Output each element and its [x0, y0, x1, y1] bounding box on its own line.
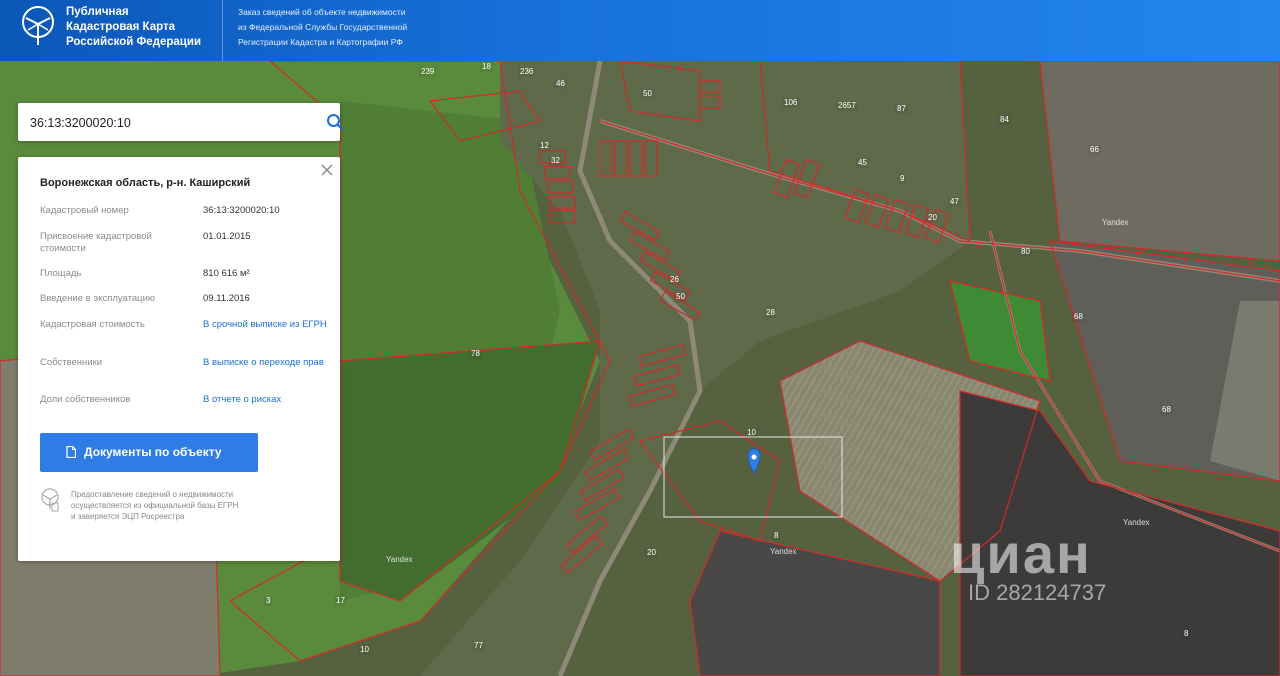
- plot-label[interactable]: 3: [264, 596, 273, 606]
- plot-label[interactable]: 236: [518, 67, 536, 77]
- search-box: [18, 103, 344, 141]
- yandex-attribution: Yandex: [770, 547, 797, 556]
- info-key: Доли собственников: [40, 394, 131, 405]
- documents-button[interactable]: Документы по объекту: [40, 433, 258, 472]
- close-icon[interactable]: [320, 163, 334, 177]
- cian-watermark: циан ID 282124737: [950, 522, 1107, 605]
- risk-report-link[interactable]: В отчете о рисках: [203, 394, 328, 406]
- plot-label[interactable]: 68: [1072, 312, 1085, 322]
- yandex-attribution: Yandex: [1123, 518, 1150, 527]
- info-value: 36:13:3200020:10: [203, 205, 280, 216]
- plot-label[interactable]: 50: [641, 89, 654, 99]
- plot-label[interactable]: 47: [948, 197, 961, 207]
- document-icon: [66, 446, 76, 458]
- brand-title: Публичная Кадастровая Карта Российской Ф…: [66, 6, 202, 48]
- yandex-attribution: Yandex: [386, 555, 413, 564]
- yandex-attribution: Yandex: [1102, 218, 1129, 227]
- plot-label[interactable]: 8: [1182, 629, 1191, 639]
- urgent-extract-link[interactable]: В срочной выписке из ЕГРН: [203, 319, 328, 331]
- plot-label[interactable]: 18: [480, 62, 493, 72]
- plot-label[interactable]: 87: [895, 104, 908, 114]
- info-value: 09.11.2016: [203, 293, 250, 304]
- plot-label[interactable]: 80: [1019, 247, 1032, 257]
- plot-label[interactable]: 239: [419, 67, 437, 77]
- egrn-note: Предоставление сведений о недвижимости о…: [71, 490, 239, 521]
- plot-label[interactable]: 10: [745, 428, 758, 438]
- info-key: Кадастровый номер: [40, 205, 129, 216]
- plot-label[interactable]: 50: [674, 292, 687, 302]
- info-key: Собственники: [40, 357, 103, 368]
- plot-label[interactable]: 77: [472, 641, 485, 651]
- plot-label[interactable]: 2657: [836, 101, 858, 111]
- region-title: Воронежская область, р-н. Каширский: [40, 177, 251, 189]
- info-value: 01.01.2015: [203, 231, 251, 242]
- info-key: Площадь: [40, 268, 82, 279]
- plot-label[interactable]: 10: [358, 645, 371, 655]
- rights-transfer-link[interactable]: В выписке о переходе прав: [203, 357, 328, 369]
- plot-label[interactable]: 26: [668, 275, 681, 285]
- plot-label[interactable]: 78: [469, 349, 482, 359]
- plot-label[interactable]: 20: [645, 548, 658, 558]
- plot-label[interactable]: 68: [1160, 405, 1173, 415]
- info-key: Присвоение кадастровой стоимости: [40, 231, 152, 254]
- plot-label[interactable]: 28: [764, 308, 777, 318]
- search-icon[interactable]: [326, 113, 344, 131]
- documents-button-label: Документы по объекту: [84, 445, 222, 459]
- plot-label[interactable]: 106: [782, 98, 800, 108]
- plot-label[interactable]: 12: [538, 141, 551, 151]
- info-key: Введение в эксплуатацию: [40, 293, 156, 304]
- info-value: 810 616 м²: [203, 268, 250, 279]
- search-input[interactable]: [28, 112, 302, 134]
- logo-icon: [22, 6, 54, 45]
- header-divider: [222, 0, 223, 61]
- header: Публичная Кадастровая Карта Российской Ф…: [0, 0, 1280, 61]
- plot-label[interactable]: 32: [549, 156, 562, 166]
- plot-label[interactable]: 66: [1088, 145, 1101, 155]
- plot-label[interactable]: 17: [334, 596, 347, 606]
- header-note: Заказ сведений об объекте недвижимости и…: [238, 7, 408, 47]
- plot-label[interactable]: 84: [998, 115, 1011, 125]
- info-key: Кадастровая стоимость: [40, 319, 145, 330]
- plot-label[interactable]: 8: [772, 531, 781, 541]
- plot-label[interactable]: 46: [554, 79, 567, 89]
- plot-label[interactable]: 45: [856, 158, 869, 168]
- seal-icon: [41, 488, 59, 512]
- object-info-card: Воронежская область, р-н. Каширский Када…: [18, 157, 340, 561]
- plot-label[interactable]: 9: [898, 174, 907, 184]
- plot-label[interactable]: 20: [926, 213, 939, 223]
